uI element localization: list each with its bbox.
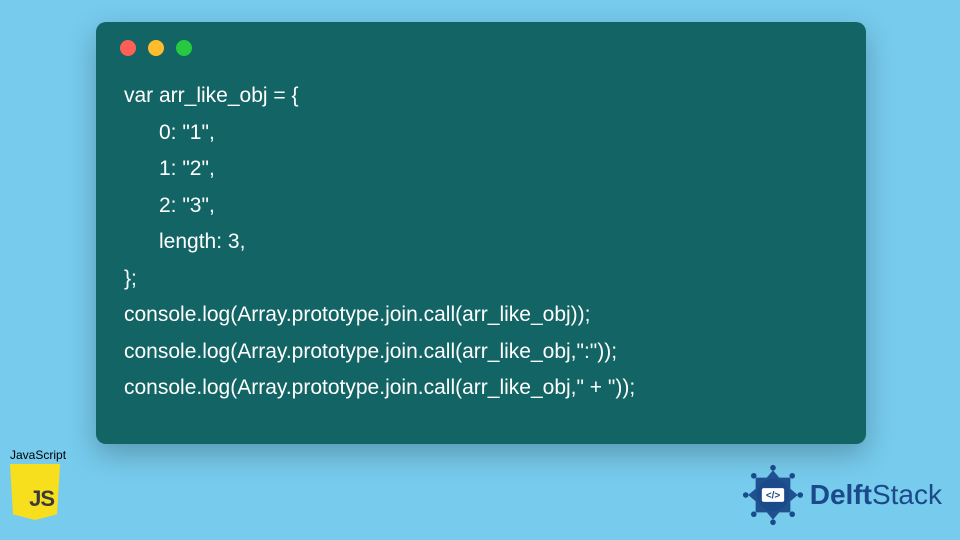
close-dot-icon [120, 40, 136, 56]
brand-name-light: Stack [872, 479, 942, 510]
code-line: console.log(Array.prototype.join.call(ar… [124, 303, 590, 326]
minimize-dot-icon [148, 40, 164, 56]
maximize-dot-icon [176, 40, 192, 56]
code-line: var arr_like_obj = { [124, 84, 299, 107]
code-line: 1: "2", [124, 157, 215, 180]
svg-text:</>: </> [766, 491, 781, 502]
code-line: 0: "1", [124, 121, 215, 144]
javascript-shield-icon: JS [10, 464, 60, 520]
language-label: JavaScript [10, 448, 70, 462]
delftstack-logo-icon: </> [742, 464, 804, 526]
delftstack-wordmark: DelftStack [810, 479, 942, 511]
javascript-badge: JavaScript JS [10, 448, 70, 520]
code-block: var arr_like_obj = { 0: "1", 1: "2", 2: … [96, 56, 866, 407]
code-line: }; [124, 267, 137, 290]
window-traffic-lights [96, 22, 866, 56]
brand-name-bold: Delft [810, 479, 872, 510]
javascript-logo-text: JS [29, 486, 54, 512]
code-line: console.log(Array.prototype.join.call(ar… [124, 376, 635, 399]
delftstack-brand: </> DelftStack [742, 464, 942, 526]
code-line: console.log(Array.prototype.join.call(ar… [124, 340, 617, 363]
code-line: 2: "3", [124, 194, 215, 217]
code-window: var arr_like_obj = { 0: "1", 1: "2", 2: … [96, 22, 866, 444]
code-line: length: 3, [124, 230, 245, 253]
